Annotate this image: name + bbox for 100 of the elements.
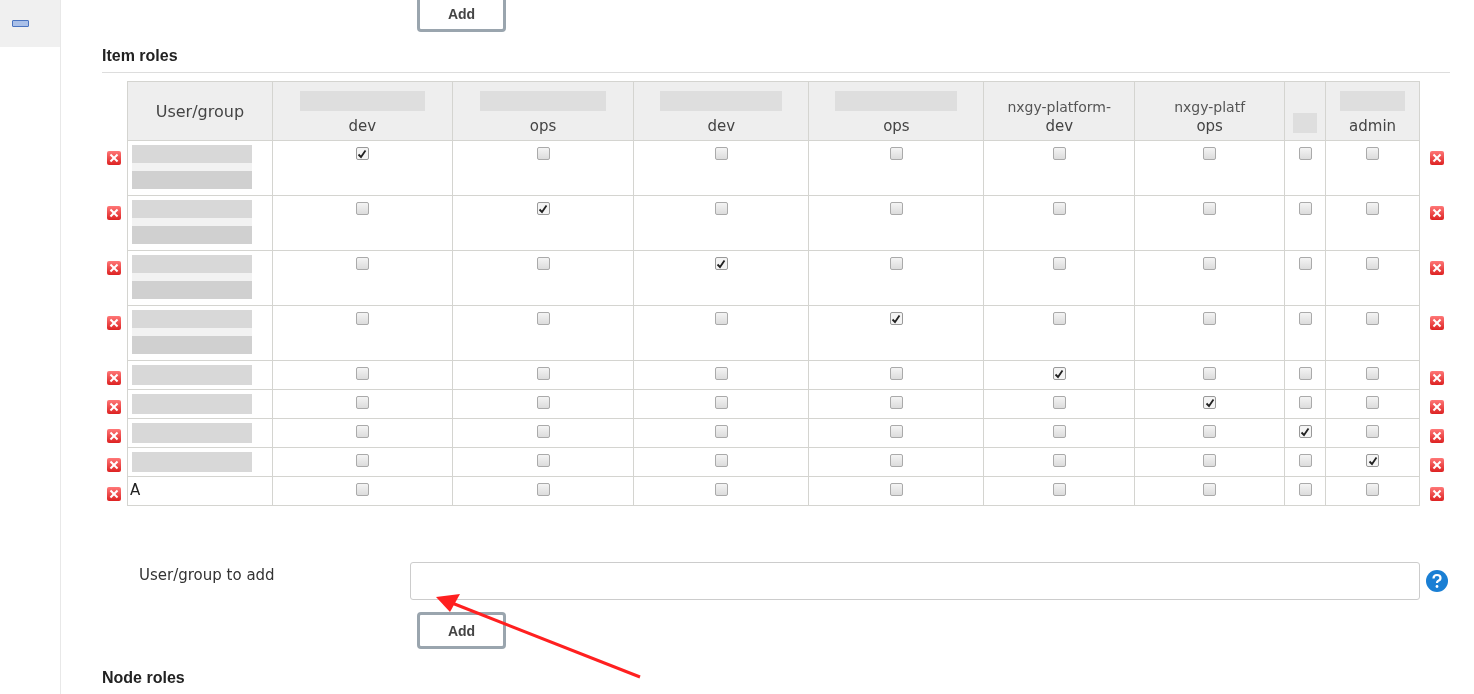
checkbox[interactable]	[536, 147, 550, 160]
delete-icon[interactable]	[107, 399, 121, 414]
checkbox[interactable]	[1052, 257, 1066, 270]
checkbox[interactable]	[1298, 483, 1312, 496]
user-group-field[interactable]	[410, 562, 1420, 600]
checkbox[interactable]	[889, 483, 903, 496]
checkbox[interactable]	[1366, 147, 1380, 160]
checkbox[interactable]	[1366, 312, 1380, 325]
section-title: Item roles	[102, 47, 179, 65]
checkbox[interactable]	[1203, 425, 1217, 438]
checkbox[interactable]	[1203, 147, 1217, 160]
checkbox[interactable]	[889, 396, 903, 409]
checkbox[interactable]	[536, 483, 550, 496]
checkbox[interactable]	[1298, 147, 1312, 160]
checkbox[interactable]	[536, 454, 550, 467]
delete-icon[interactable]	[107, 370, 121, 385]
checkbox[interactable]	[714, 454, 728, 467]
checkbox[interactable]	[1203, 202, 1217, 215]
checkbox[interactable]	[1203, 257, 1217, 270]
checkbox[interactable]	[714, 425, 728, 438]
checkbox[interactable]	[1366, 396, 1380, 409]
checkbox[interactable]	[1298, 396, 1312, 409]
checkbox[interactable]	[1298, 454, 1312, 467]
delete-icon[interactable]	[107, 205, 121, 220]
checkbox[interactable]	[1203, 312, 1217, 325]
checkbox[interactable]	[536, 396, 550, 409]
checkbox[interactable]	[1366, 367, 1380, 380]
checkbox[interactable]	[1052, 312, 1066, 325]
column-header: ops	[883, 116, 910, 137]
column-header: dev	[348, 116, 377, 137]
checkbox[interactable]	[1052, 147, 1066, 160]
checkbox[interactable]	[889, 202, 903, 215]
help-icon[interactable]	[1426, 570, 1448, 592]
checkbox[interactable]	[355, 396, 369, 409]
delete-icon[interactable]	[107, 315, 121, 330]
checkbox[interactable]	[889, 147, 903, 160]
checkbox[interactable]	[889, 454, 903, 467]
delete-icon[interactable]	[107, 260, 121, 275]
checkbox[interactable]	[714, 147, 728, 160]
checkbox[interactable]	[1052, 483, 1066, 496]
delete-icon[interactable]	[1429, 315, 1444, 330]
checkbox[interactable]	[1052, 425, 1066, 438]
checkbox[interactable]	[355, 367, 369, 380]
minus-icon	[12, 20, 29, 27]
delete-icon[interactable]	[107, 486, 121, 501]
checkbox[interactable]	[536, 257, 550, 270]
delete-icon[interactable]	[107, 428, 121, 443]
checkbox[interactable]	[889, 425, 903, 438]
checkbox[interactable]	[714, 367, 728, 380]
checkbox[interactable]	[1366, 454, 1380, 467]
checkbox[interactable]	[1052, 367, 1066, 380]
delete-icon[interactable]	[1429, 150, 1444, 165]
checkbox[interactable]	[714, 312, 728, 325]
checkbox[interactable]	[714, 483, 728, 496]
checkbox[interactable]	[1298, 425, 1312, 438]
delete-icon[interactable]	[1429, 370, 1444, 385]
collapse-button[interactable]	[0, 0, 60, 47]
checkbox[interactable]	[536, 425, 550, 438]
delete-icon[interactable]	[1429, 457, 1444, 472]
checkbox[interactable]	[1203, 483, 1217, 496]
checkbox[interactable]	[355, 454, 369, 467]
user-name: A	[128, 480, 141, 499]
checkbox[interactable]	[1052, 202, 1066, 215]
delete-icon[interactable]	[107, 150, 121, 165]
checkbox[interactable]	[889, 312, 903, 325]
checkbox[interactable]	[355, 202, 369, 215]
checkbox[interactable]	[355, 425, 369, 438]
checkbox[interactable]	[889, 257, 903, 270]
checkbox[interactable]	[1203, 367, 1217, 380]
checkbox[interactable]	[355, 483, 369, 496]
checkbox[interactable]	[1298, 312, 1312, 325]
checkbox[interactable]	[355, 257, 369, 270]
checkbox[interactable]	[1203, 454, 1217, 467]
delete-icon[interactable]	[1429, 260, 1444, 275]
checkbox[interactable]	[1298, 202, 1312, 215]
delete-icon[interactable]	[1429, 486, 1444, 501]
checkbox[interactable]	[714, 257, 728, 270]
checkbox[interactable]	[714, 202, 728, 215]
checkbox[interactable]	[1203, 396, 1217, 409]
checkbox[interactable]	[1052, 396, 1066, 409]
delete-icon[interactable]	[1429, 428, 1444, 443]
checkbox[interactable]	[355, 312, 369, 325]
checkbox[interactable]	[536, 367, 550, 380]
add-button[interactable]: Add	[417, 612, 506, 649]
checkbox[interactable]	[1298, 257, 1312, 270]
checkbox[interactable]	[536, 202, 550, 215]
checkbox[interactable]	[889, 367, 903, 380]
delete-icon[interactable]	[107, 457, 121, 472]
checkbox[interactable]	[1366, 257, 1380, 270]
checkbox[interactable]	[1052, 454, 1066, 467]
checkbox[interactable]	[355, 147, 369, 160]
delete-icon[interactable]	[1429, 399, 1444, 414]
checkbox[interactable]	[536, 312, 550, 325]
checkbox[interactable]	[1366, 202, 1380, 215]
checkbox[interactable]	[714, 396, 728, 409]
checkbox[interactable]	[1298, 367, 1312, 380]
checkbox[interactable]	[1366, 483, 1380, 496]
delete-icon[interactable]	[1429, 205, 1444, 220]
add-button[interactable]: Add	[417, 0, 506, 32]
checkbox[interactable]	[1366, 425, 1380, 438]
